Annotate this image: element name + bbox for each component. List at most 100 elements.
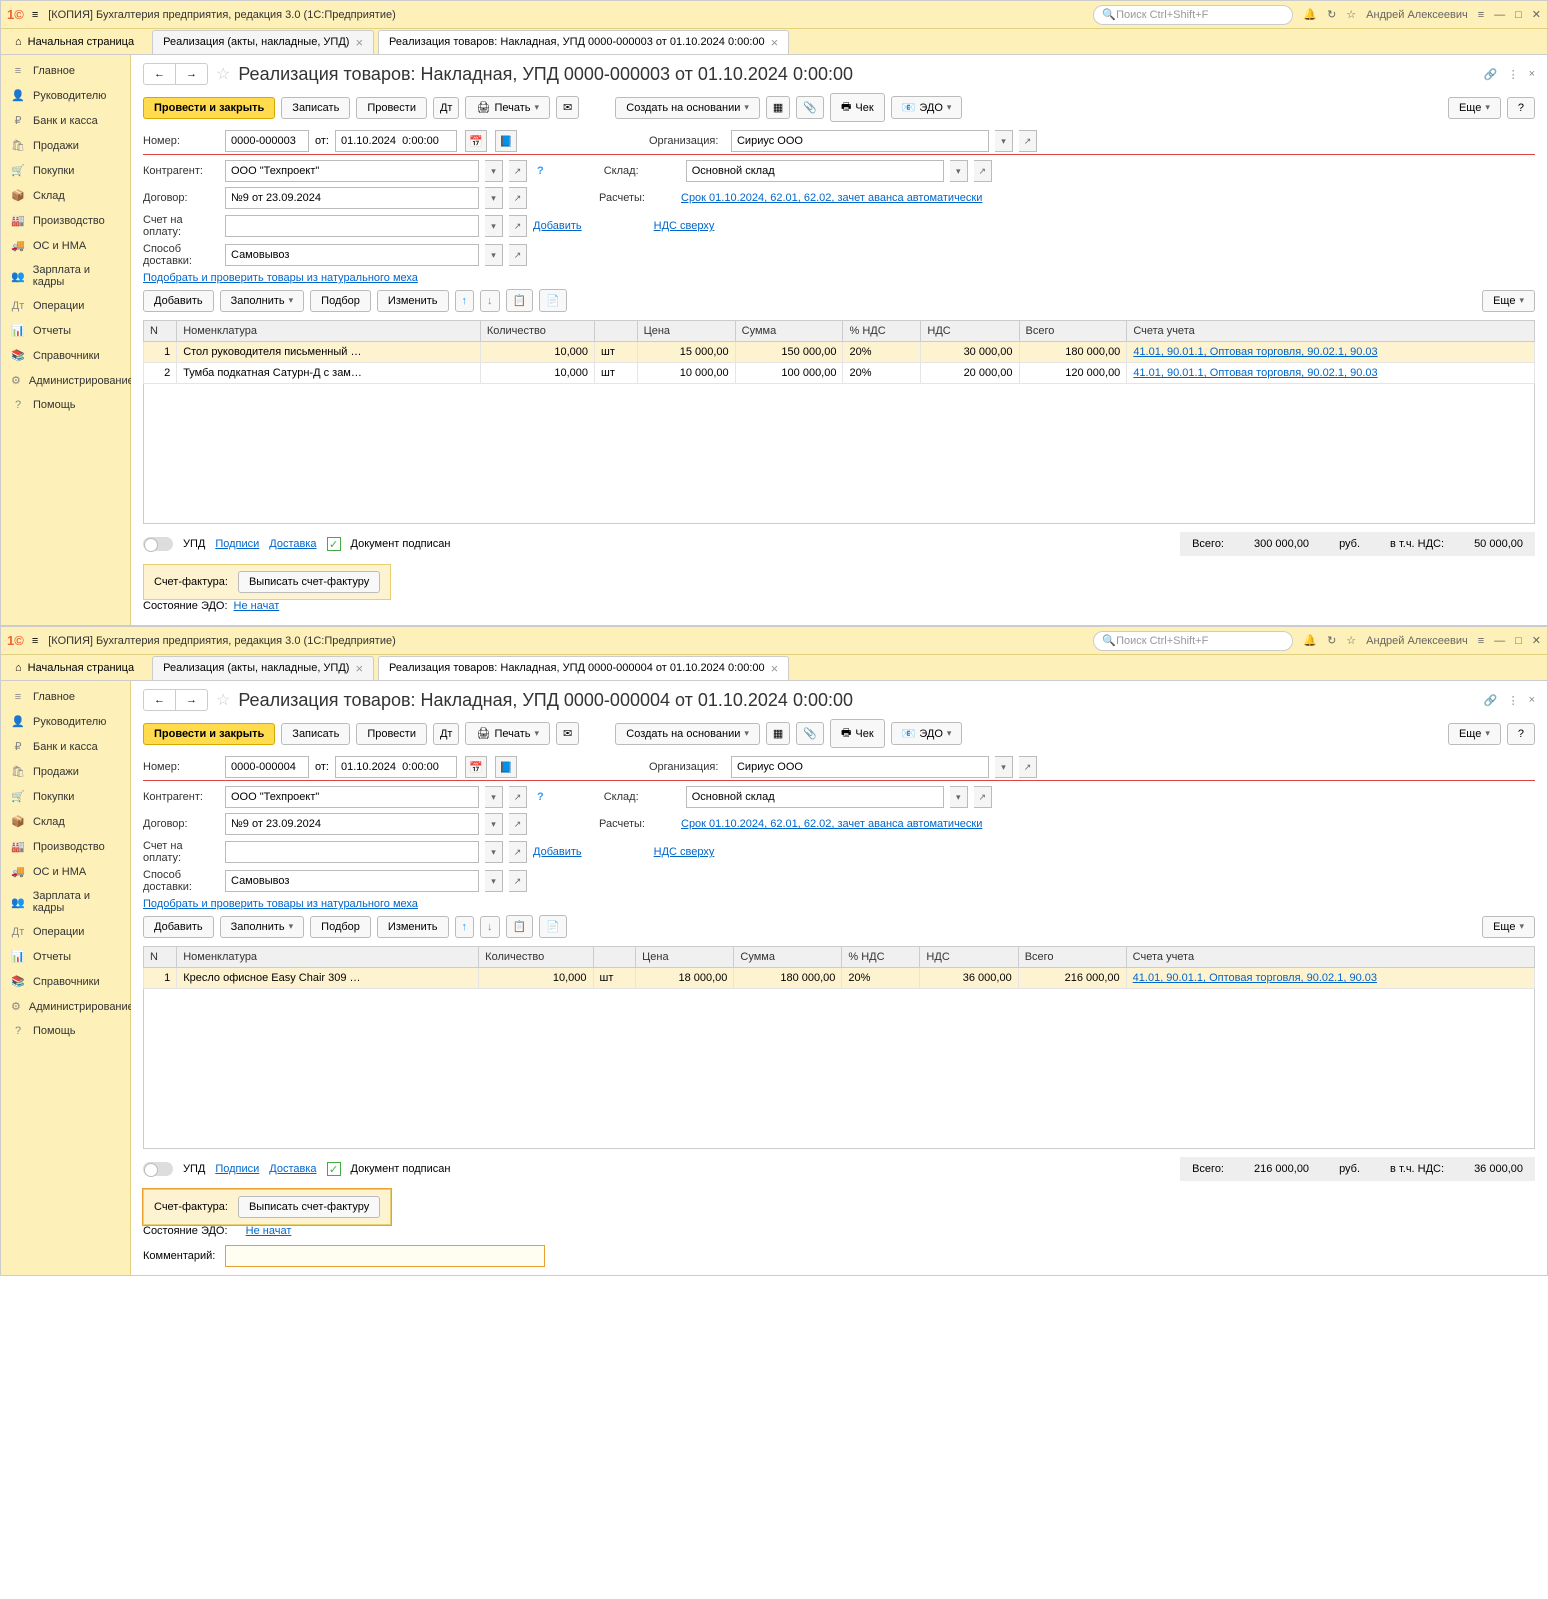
vat-link[interactable]: НДС сверху [654,846,715,858]
col-vatpct[interactable]: % НДС [843,321,921,342]
open-icon[interactable]: ↗ [1019,130,1037,152]
save-button[interactable]: Записать [281,723,350,745]
close-doc-icon[interactable]: × [1529,694,1535,707]
tbl-change-button[interactable]: Изменить [377,916,449,938]
dtkt-icon[interactable]: Дт [433,723,460,745]
sidebar-item[interactable]: 🛍Продажи [1,133,130,158]
user-label[interactable]: Андрей Алексеевич [1366,9,1468,21]
maximize-icon[interactable]: □ [1515,635,1522,647]
book-icon[interactable]: 📘 [495,130,517,152]
close-icon[interactable]: ✕ [1532,634,1541,647]
tab-close-icon[interactable]: × [355,35,363,50]
delivery-input[interactable] [225,244,479,266]
table-row[interactable]: 2 Тумба подкатная Сатурн-Д с зам… 10,000… [144,363,1535,384]
sidebar-item[interactable]: 👥Зарплата и кадры [1,258,130,294]
tbl-add-button[interactable]: Добавить [143,290,214,312]
copy-icon[interactable]: 📋 [506,289,534,312]
copy-icon[interactable]: 📋 [506,915,534,938]
sidebar-item[interactable]: ₽Банк и касса [1,108,130,133]
wh-input[interactable] [686,160,944,182]
sf-button[interactable]: Выписать счет-фактуру [238,571,380,593]
sidebar-item[interactable]: ≡Главное [1,59,130,83]
edo-button[interactable]: 📧 ЭДО [891,96,963,119]
help-icon[interactable]: ? [537,791,544,803]
more-button[interactable]: Еще [1448,97,1501,119]
date-input[interactable] [335,130,457,152]
tab-list[interactable]: Реализация (акты, накладные, УПД)× [152,30,374,54]
dtkt-icon[interactable]: Дт [433,97,460,119]
add-link[interactable]: Добавить [533,846,582,858]
clip-icon[interactable]: 📎 [796,96,824,119]
calendar-icon[interactable]: 📅 [465,756,487,778]
table-row[interactable]: 1 Стол руководителя письменный … 10,000 … [144,342,1535,363]
table-row[interactable]: 1Кресло офисное Easy Chair 309 …10,000шт… [144,968,1535,989]
hamburger-icon[interactable]: ≡ [32,9,38,21]
sidebar-item[interactable]: 🛒Покупки [1,158,130,183]
open-icon[interactable]: ↗ [509,813,527,835]
search-input[interactable]: 🔍 Поиск Ctrl+Shift+F [1093,5,1293,25]
hamburger-icon[interactable]: ≡ [32,635,38,647]
open-icon[interactable]: ↗ [509,244,527,266]
post-close-button[interactable]: Провести и закрыть [143,723,275,745]
delivery-input[interactable] [225,870,479,892]
down-icon[interactable]: ↓ [480,916,500,938]
invoice-input[interactable] [225,215,479,237]
tab-close-icon[interactable]: × [771,661,779,676]
contr-input[interactable] [225,786,479,808]
post-close-button[interactable]: Провести и закрыть [143,97,275,119]
col-nom[interactable]: Номенклатура [177,321,481,342]
dropdown-icon[interactable]: ▾ [995,130,1013,152]
edo-button[interactable]: 📧 ЭДО [891,722,963,745]
tbl-more-button[interactable]: Еще [1482,916,1535,938]
check-button[interactable]: 🖶 Чек [830,93,885,122]
acc-link[interactable]: 41.01, 90.01.1, Оптовая торговля, 90.02.… [1133,972,1377,984]
star-icon[interactable]: ☆ [1346,634,1356,647]
col-price[interactable]: Цена [637,321,735,342]
number-input[interactable] [225,756,309,778]
dropdown-icon[interactable]: ▾ [950,786,968,808]
org-input[interactable] [731,756,989,778]
sidebar-item[interactable]: ⚙Администрирование [1,994,130,1019]
post-button[interactable]: Провести [356,97,427,119]
link-icon[interactable]: 🔗 [1484,68,1498,81]
col-acc[interactable]: Счета учета [1127,321,1535,342]
tbl-more-button[interactable]: Еще [1482,290,1535,312]
home-tab[interactable]: ⌂ Начальная страница [1,29,148,54]
sidebar-item[interactable]: 👤Руководителю [1,709,130,734]
link-icon[interactable]: 🔗 [1484,694,1498,707]
sidebar-item[interactable]: ДтОперации [1,920,130,944]
tab-list[interactable]: Реализация (акты, накладные, УПД)× [152,656,374,680]
contr-input[interactable] [225,160,479,182]
check-button[interactable]: 🖶 Чек [830,719,885,748]
dropdown-icon[interactable]: ▾ [485,160,503,182]
delivery-link[interactable]: Доставка [269,538,316,550]
nav-fwd-icon[interactable]: → [176,64,207,84]
more-button[interactable]: Еще [1448,723,1501,745]
sidebar-item[interactable]: 📊Отчеты [1,318,130,343]
sidebar-item[interactable]: 📊Отчеты [1,944,130,969]
nav-fwd-icon[interactable]: → [176,690,207,710]
paste-icon[interactable]: 📄 [539,289,567,312]
col-total[interactable]: Всего [1019,321,1127,342]
sidebar-item[interactable]: 👥Зарплата и кадры [1,884,130,920]
bell-icon[interactable]: 🔔 [1303,634,1317,647]
dropdown-icon[interactable]: ▾ [485,841,503,863]
open-icon[interactable]: ↗ [1019,756,1037,778]
close-icon[interactable]: ✕ [1532,8,1541,21]
print-button[interactable]: 🖨 Печать [465,722,550,745]
calendar-icon[interactable]: 📅 [465,130,487,152]
settings-icon[interactable]: ≡ [1478,635,1484,647]
more-icon[interactable]: ⋮ [1508,68,1519,81]
open-icon[interactable]: ↗ [509,786,527,808]
help-button[interactable]: ? [1507,723,1535,745]
tab-doc[interactable]: Реализация товаров: Накладная, УПД 0000-… [378,656,789,680]
nav-back-icon[interactable]: ← [144,690,176,710]
contract-input[interactable] [225,187,479,209]
up-icon[interactable]: ↑ [455,916,475,938]
sidebar-item[interactable]: 📦Склад [1,183,130,208]
up-icon[interactable]: ↑ [455,290,475,312]
help-icon[interactable]: ? [537,165,544,177]
user-label[interactable]: Андрей Алексеевич [1366,635,1468,647]
invoice-input[interactable] [225,841,479,863]
wh-input[interactable] [686,786,944,808]
